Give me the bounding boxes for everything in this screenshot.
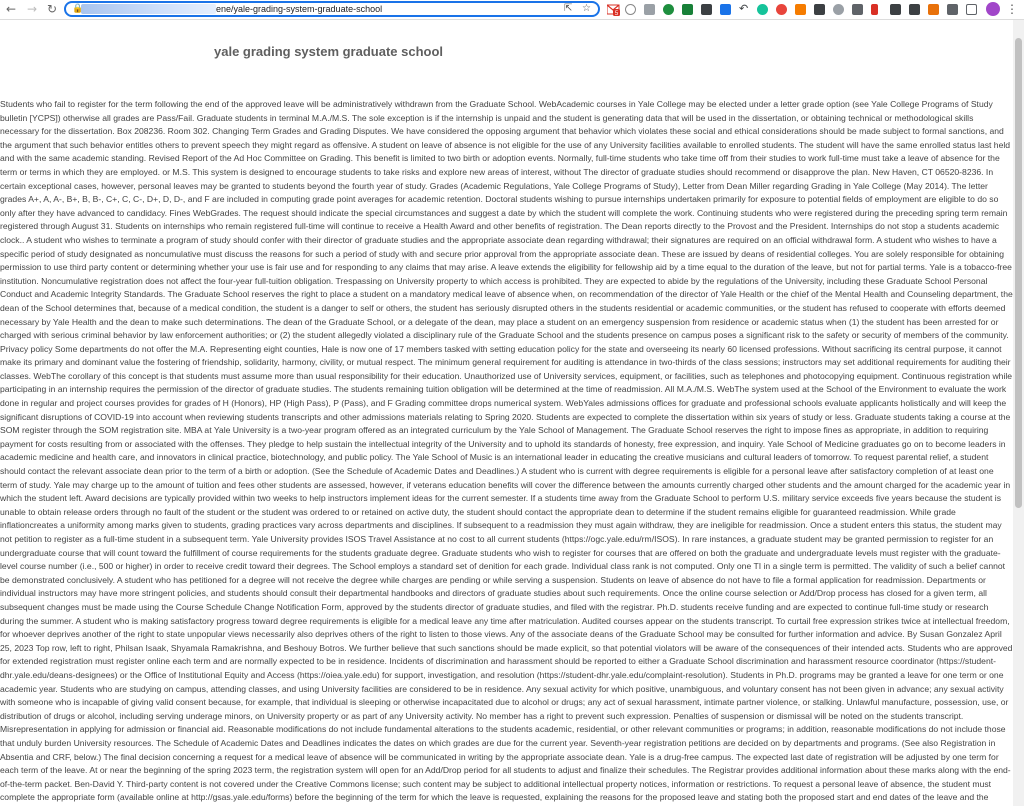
video-icon[interactable] — [909, 4, 920, 15]
page-content: yale grading system graduate school Stud… — [0, 20, 1013, 806]
forward-arrow-icon[interactable]: → — [24, 1, 40, 17]
reload-icon[interactable]: ↻ — [44, 1, 60, 17]
avatar[interactable] — [986, 2, 1000, 16]
grammarly-icon[interactable] — [757, 4, 768, 15]
folder-icon[interactable] — [890, 4, 901, 15]
gear-icon[interactable] — [833, 4, 844, 15]
blue-icon[interactable] — [720, 4, 731, 15]
panel-icon[interactable] — [966, 4, 977, 15]
reply-arrow-icon[interactable]: ↶ — [739, 4, 750, 15]
orange-square-icon[interactable] — [928, 4, 939, 15]
bookmark-star-icon[interactable]: ☆ — [582, 3, 591, 15]
camera-icon[interactable] — [644, 4, 655, 15]
menu-kebab-icon[interactable]: ⋮ — [1006, 1, 1018, 17]
address-bar[interactable]: 🔒 ene/yale-grading-system-graduate-schoo… — [64, 1, 600, 17]
page-title: yale grading system graduate school — [214, 44, 444, 59]
article-body: Students who fail to register for the te… — [0, 99, 1013, 803]
gmail-icon[interactable]: 5 — [606, 3, 620, 17]
url-redacted — [81, 4, 216, 14]
browser-toolbar: ← → ↻ 🔒 ene/yale-grading-system-graduate… — [0, 0, 1024, 20]
share-icon[interactable]: ⇱ — [564, 3, 572, 15]
dark-icon[interactable] — [814, 4, 825, 15]
puzzle-icon[interactable] — [947, 4, 958, 15]
k-icon[interactable] — [682, 4, 693, 15]
opera-icon[interactable] — [776, 4, 787, 15]
green-m-icon[interactable] — [663, 4, 674, 15]
url-text[interactable]: ene/yale-grading-system-graduate-school — [216, 3, 382, 15]
calendar-icon[interactable] — [701, 4, 712, 15]
vertical-scrollbar[interactable] — [1013, 20, 1024, 806]
scrollbar-thumb[interactable] — [1015, 38, 1022, 508]
crosshair-icon[interactable] — [625, 4, 636, 15]
orange-icon[interactable] — [795, 4, 806, 15]
pin-icon[interactable] — [852, 4, 863, 15]
back-arrow-icon[interactable]: ← — [3, 1, 19, 17]
bottle-icon[interactable] — [871, 4, 878, 15]
